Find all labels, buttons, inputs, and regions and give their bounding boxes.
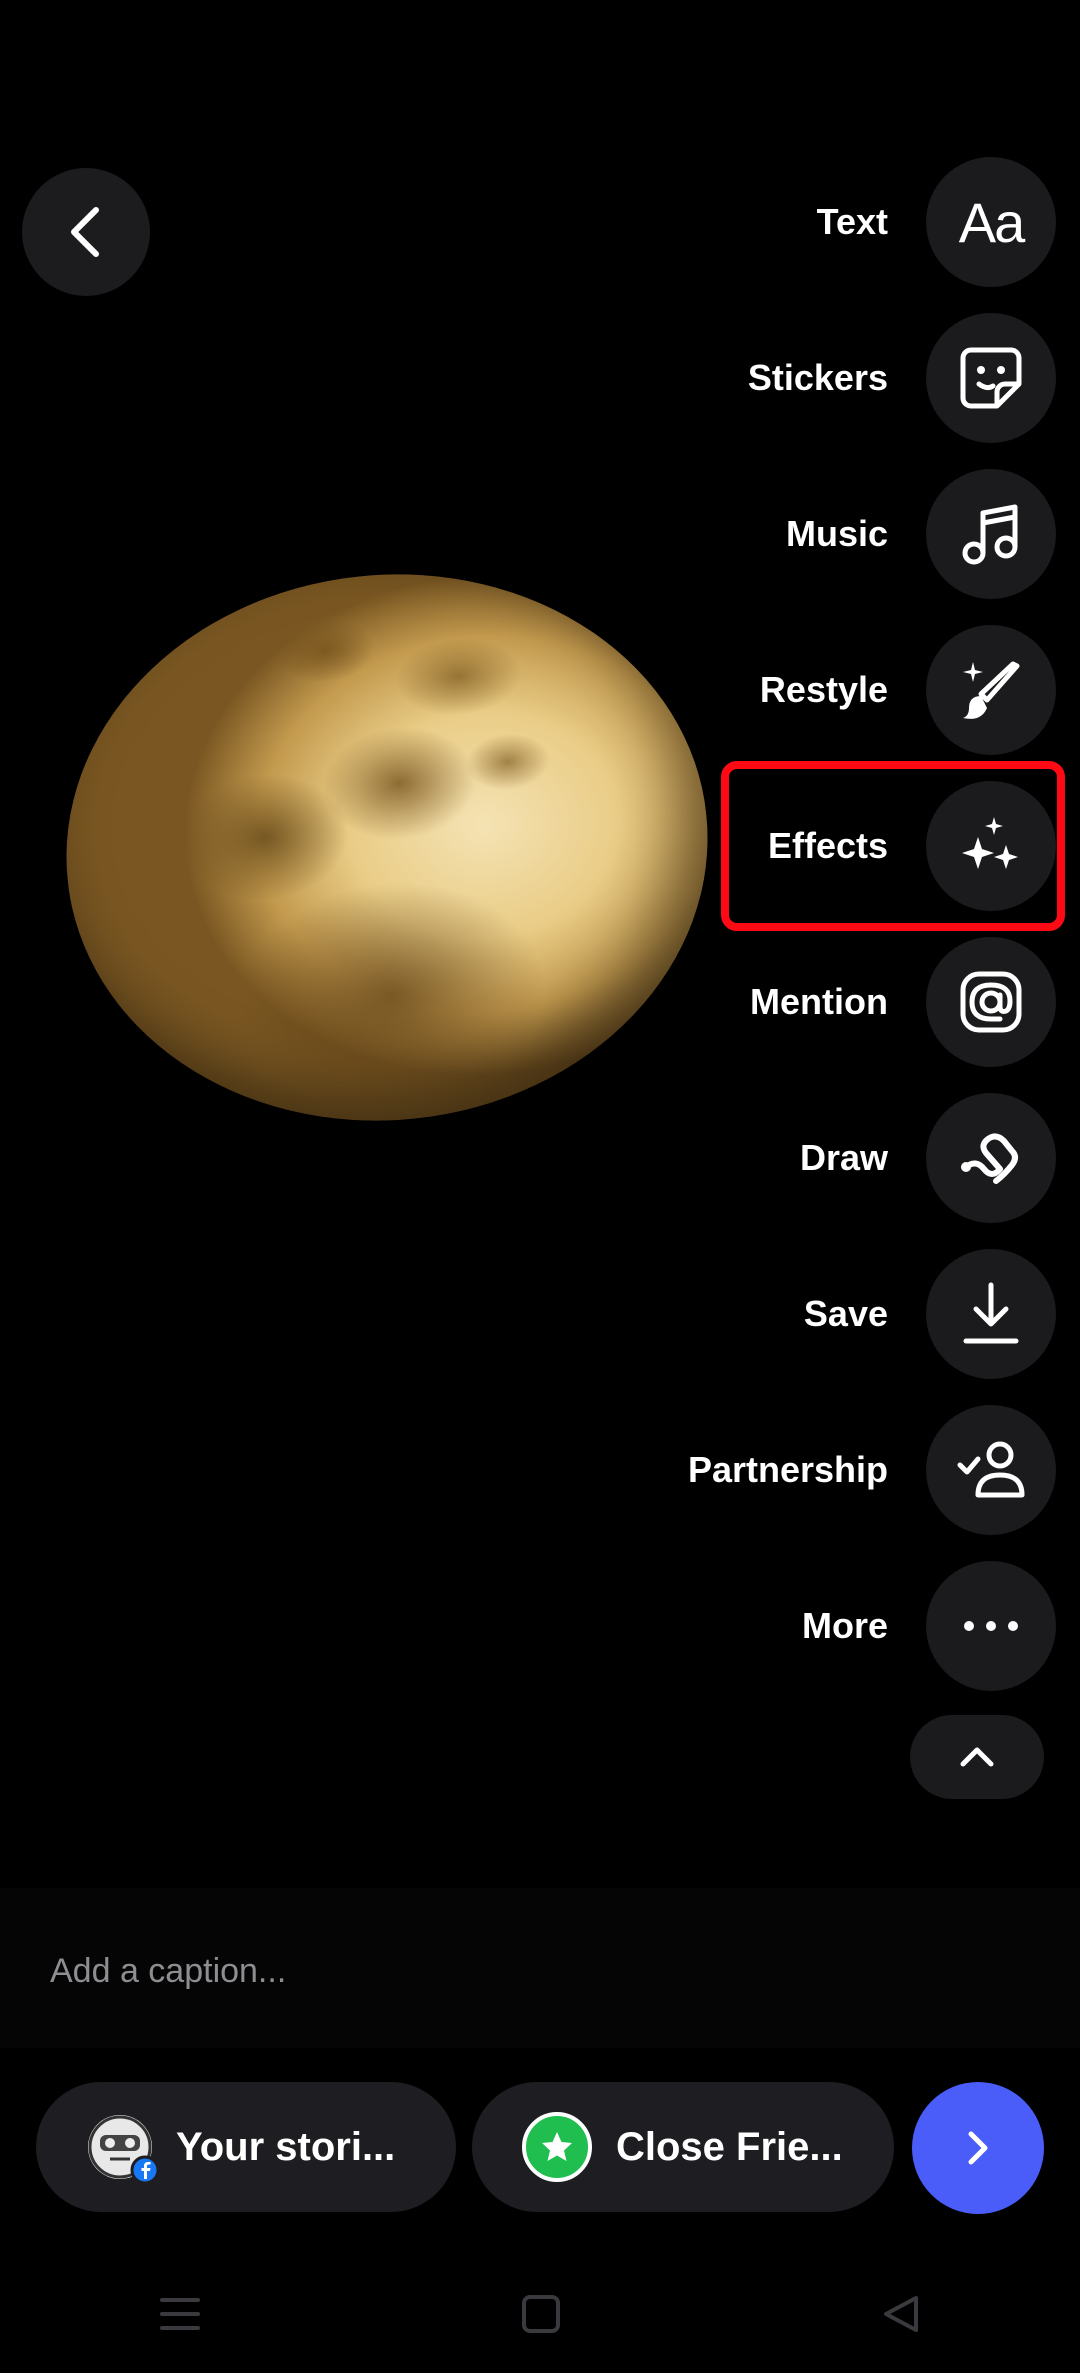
star-icon: [542, 2132, 572, 2161]
close-friends-button[interactable]: Close Frie...: [472, 2082, 894, 2212]
more-dots-icon: [964, 1621, 1018, 1631]
tool-text[interactable]: Text Aa: [817, 157, 1056, 287]
your-stories-button[interactable]: Your stori...: [36, 2082, 456, 2212]
chevron-right-icon: [968, 2131, 988, 2165]
close-friends-label: Close Frie...: [616, 2124, 843, 2169]
person-check-icon: [957, 1441, 1025, 1498]
recents-menu-icon[interactable]: [160, 2296, 201, 2332]
tool-music[interactable]: Music: [786, 469, 1056, 599]
tool-partnership[interactable]: Partnership: [688, 1405, 1056, 1535]
close-friends-badge: [522, 2112, 592, 2182]
brush-sparkle-icon: [963, 661, 1020, 719]
music-note-icon: [962, 504, 1018, 565]
tool-more[interactable]: More: [802, 1561, 1056, 1691]
avatar: [88, 2115, 160, 2185]
tool-draw[interactable]: Draw: [800, 1093, 1056, 1223]
next-button[interactable]: [912, 2082, 1044, 2214]
your-stories-label: Your stori...: [176, 2124, 396, 2169]
tool-restyle[interactable]: Restyle: [760, 625, 1056, 755]
collapse-tools-button[interactable]: [910, 1715, 1044, 1799]
tool-stickers-label: Stickers: [747, 357, 888, 398]
text-aa-icon: Aa: [926, 157, 1056, 287]
tool-save[interactable]: Save: [804, 1249, 1056, 1379]
back-button[interactable]: [22, 168, 150, 296]
story-editor-screen: Text Aa Stickers Music Restyle Effects M…: [0, 0, 1080, 2373]
tool-more-label: More: [801, 1605, 888, 1646]
at-sign-icon: [960, 971, 1022, 1033]
tool-partnership-label: Partnership: [687, 1449, 888, 1490]
tool-save-label: Save: [803, 1293, 888, 1334]
tool-draw-label: Draw: [799, 1137, 888, 1178]
facebook-badge-icon: [130, 2155, 160, 2185]
tool-music-label: Music: [785, 513, 888, 554]
sticker-icon: [960, 347, 1022, 409]
caption-input[interactable]: [48, 1940, 952, 2002]
chevron-up-icon: [960, 1747, 994, 1767]
chevron-left-icon: [71, 207, 99, 257]
tool-mention[interactable]: Mention: [750, 937, 1056, 1067]
download-icon: [963, 1282, 1019, 1344]
tool-stickers[interactable]: Stickers: [748, 313, 1056, 443]
squiggle-icon: [961, 1133, 1018, 1184]
tool-text-label: Text: [816, 201, 888, 242]
tool-mention-label: Mention: [750, 981, 888, 1022]
home-square-icon[interactable]: [521, 2294, 561, 2334]
system-nav-bar: [0, 2255, 1080, 2373]
moon-photo: [39, 542, 735, 1153]
back-triangle-icon[interactable]: [882, 2294, 920, 2334]
effects-highlight-box: [721, 761, 1065, 931]
tool-restyle-label: Restyle: [759, 669, 888, 710]
